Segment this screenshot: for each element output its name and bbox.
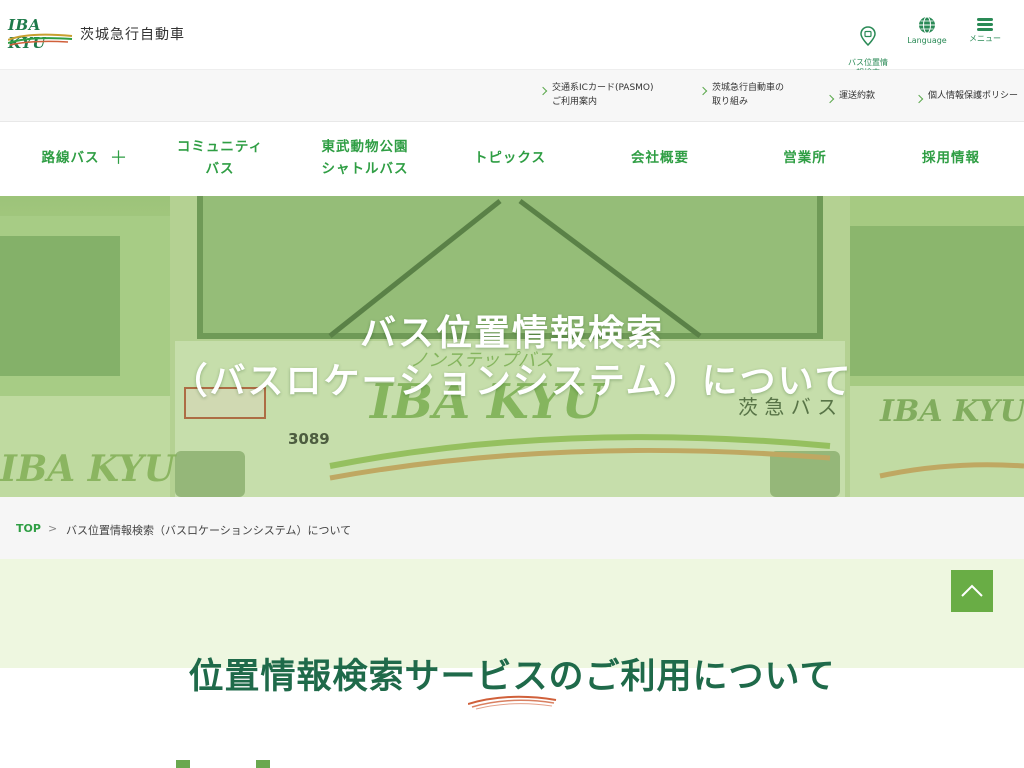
hero-banner: IBA KYU ノンステップバス 茨 急 バ ス 3089 IBA KYU IB…	[0, 196, 1024, 497]
subnav-link-line: 取り組み	[712, 96, 749, 107]
nav-label: トピックス	[473, 150, 547, 167]
breadcrumb-current: バス位置情報検索（バスロケーションシステム）について	[66, 524, 352, 537]
nav-topics[interactable]: トピックス	[455, 122, 565, 196]
nav-community-bus[interactable]: コミュニティ バス	[160, 122, 280, 196]
subnav-link-ic-card[interactable]: 交通系ICカード(PASMO) ご利用案内	[538, 82, 654, 109]
plus-icon: ＋	[109, 147, 129, 169]
nav-label: コミュニティ	[176, 139, 264, 156]
chevron-right-icon	[914, 94, 924, 104]
subnav-link-terms[interactable]: 運送約款	[825, 90, 876, 104]
main-nav: 路線バス ＋ コミュニティ バス 東武動物公園 シャトルバス トピックス 会社概…	[0, 122, 1024, 196]
nav-label: 会社概要	[631, 150, 689, 167]
content-fragment	[256, 760, 270, 768]
menu-button[interactable]: メニュー	[955, 16, 1015, 44]
nav-label: 路線バス	[41, 150, 100, 167]
hero-title-line2: （バスロケーションシステム）について	[171, 361, 853, 402]
language-button[interactable]: Language	[897, 16, 957, 46]
subnav-link-line: 個人情報保護ポリシー	[928, 91, 1019, 101]
globe-icon	[919, 16, 935, 34]
nav-route-bus[interactable]: 路線バス ＋	[30, 122, 140, 196]
chevron-right-icon	[698, 86, 708, 96]
site-logo[interactable]: IBA KYU	[8, 16, 74, 52]
nav-offices[interactable]: 営業所	[750, 122, 860, 196]
hero-title-line1: バス位置情報検索	[359, 313, 664, 354]
subnav-link-line: ご利用案内	[552, 96, 598, 107]
nav-label: シャトルバス	[321, 161, 409, 177]
breadcrumb: TOP > バス位置情報検索（バスロケーションシステム）について	[0, 497, 1024, 559]
breadcrumb-separator: >	[48, 522, 58, 535]
subnav-link-privacy[interactable]: 個人情報保護ポリシー	[914, 90, 1019, 104]
content-fragment	[176, 760, 190, 768]
back-to-top-button[interactable]	[951, 570, 993, 612]
language-label: Language	[907, 36, 947, 45]
subnav-link-initiatives[interactable]: 茨城急行自動車の 取り組み	[698, 82, 785, 109]
bus-location-search-button[interactable]: バス位置情 報検索	[838, 16, 898, 78]
nav-label: 営業所	[783, 150, 827, 167]
breadcrumb-home-link[interactable]: TOP	[16, 522, 41, 535]
menu-label: メニュー	[969, 34, 1001, 43]
title-swoosh-icon	[468, 695, 557, 710]
location-pin-icon	[860, 26, 876, 46]
menu-icon	[977, 18, 993, 31]
chevron-right-icon	[538, 86, 548, 96]
nav-label: バス	[205, 161, 235, 177]
nav-shuttle-bus[interactable]: 東武動物公園 シャトルバス	[300, 122, 430, 196]
nav-label: 東武動物公園	[321, 139, 409, 156]
subnav-link-line: 交通系ICカード(PASMO)	[552, 83, 654, 93]
utility-nav: 交通系ICカード(PASMO) ご利用案内 茨城急行自動車の 取り組み 運送約款…	[0, 70, 1024, 122]
nav-label: 採用情報	[922, 150, 980, 167]
chevron-right-icon	[825, 94, 835, 104]
site-header: IBA KYU 茨城急行自動車 バス位置情 報検索 Language メ	[0, 0, 1024, 77]
chevron-up-icon	[961, 584, 983, 597]
nav-recruit[interactable]: 採用情報	[896, 122, 1006, 196]
nav-company[interactable]: 会社概要	[605, 122, 715, 196]
subnav-link-line: 茨城急行自動車の	[712, 83, 785, 93]
logo-swoosh-icon	[8, 33, 73, 46]
subnav-link-line: 運送約款	[839, 91, 876, 101]
company-name: 茨城急行自動車	[80, 27, 185, 43]
